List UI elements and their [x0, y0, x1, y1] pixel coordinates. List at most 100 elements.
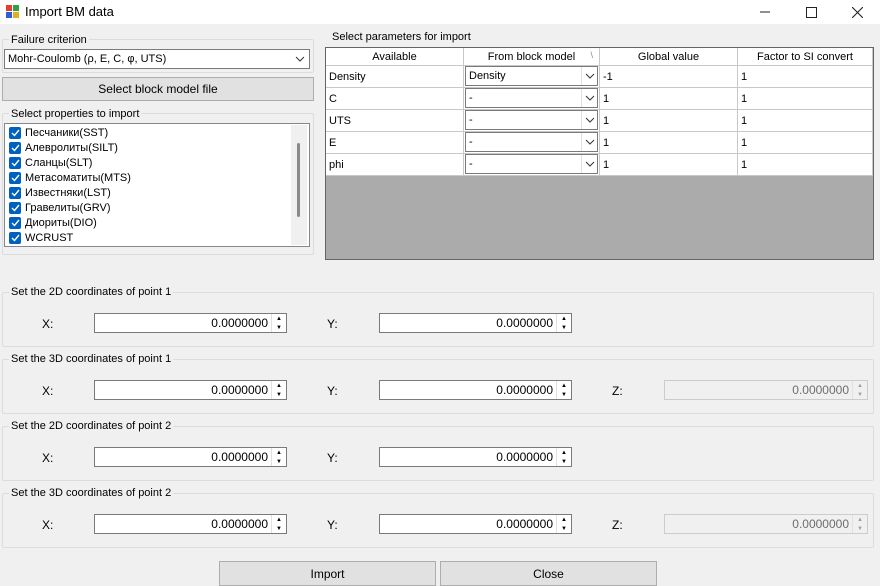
x-input[interactable]: 0.0000000 ▲ ▼ — [94, 380, 287, 400]
property-item[interactable]: Известняки(LST) — [9, 185, 111, 200]
spin-up-icon[interactable]: ▲ — [557, 515, 571, 524]
property-item[interactable]: Алевролиты(SILT) — [9, 140, 118, 155]
spin-down-icon[interactable]: ▼ — [272, 457, 286, 466]
checkbox-checked-icon[interactable] — [9, 126, 21, 139]
cell-factor[interactable]: 1 — [738, 88, 873, 110]
cell-global-value[interactable]: 1 — [600, 154, 738, 176]
import-button[interactable]: Import — [219, 561, 436, 586]
chevron-down-icon — [581, 89, 597, 107]
cell-from-block-model[interactable]: - — [464, 110, 600, 132]
maximize-button[interactable] — [788, 0, 834, 24]
from-block-model-select[interactable]: - — [465, 88, 598, 108]
x-input[interactable]: 0.0000000 ▲ ▼ — [94, 313, 287, 333]
minimize-icon — [760, 11, 770, 13]
cell-available[interactable]: Density — [326, 66, 464, 88]
spinner-arrows[interactable]: ▲ ▼ — [271, 515, 286, 533]
spinner-arrows[interactable]: ▲ ▼ — [556, 515, 571, 533]
cell-from-block-model[interactable]: - — [464, 88, 600, 110]
from-block-model-value: - — [469, 136, 473, 148]
property-label: WCRUST — [25, 231, 74, 244]
spin-up-icon[interactable]: ▲ — [272, 314, 286, 323]
cell-from-block-model[interactable]: - — [464, 154, 600, 176]
coords-group-title: Set the 2D coordinates of point 1 — [9, 286, 174, 298]
column-header-from-block-model[interactable]: From block model \ — [464, 48, 600, 66]
cell-factor[interactable]: 1 — [738, 66, 873, 88]
cell-factor[interactable]: 1 — [738, 110, 873, 132]
spin-down-icon[interactable]: ▼ — [557, 323, 571, 332]
x-input[interactable]: 0.0000000 ▲ ▼ — [94, 514, 287, 534]
scrollbar-thumb[interactable] — [297, 143, 300, 217]
spin-down-icon[interactable]: ▼ — [557, 457, 571, 466]
spin-up-icon[interactable]: ▲ — [557, 314, 571, 323]
cell-factor[interactable]: 1 — [738, 132, 873, 154]
spinner-arrows[interactable]: ▲ ▼ — [556, 314, 571, 332]
from-block-model-select[interactable]: - — [465, 110, 598, 130]
from-block-model-value: - — [469, 92, 473, 104]
property-item[interactable]: Метасоматиты(MTS) — [9, 170, 131, 185]
cell-global-value[interactable]: 1 — [600, 110, 738, 132]
minimize-button[interactable] — [742, 0, 788, 24]
cell-available[interactable]: C — [326, 88, 464, 110]
cell-factor[interactable]: 1 — [738, 154, 873, 176]
spin-up-icon[interactable]: ▲ — [557, 381, 571, 390]
close-button[interactable]: Close — [440, 561, 657, 586]
property-label: Алевролиты(SILT) — [25, 141, 118, 154]
coords-group-title: Set the 3D coordinates of point 2 — [9, 487, 174, 499]
column-header-available[interactable]: Available — [326, 48, 464, 66]
properties-checklist[interactable]: Песчаники(SST) Алевролиты(SILT) Сланцы(SLT… — [4, 123, 310, 247]
y-input[interactable]: 0.0000000 ▲ ▼ — [379, 514, 572, 534]
from-block-model-select[interactable]: - — [465, 154, 598, 174]
spin-up-icon[interactable]: ▲ — [557, 448, 571, 457]
spin-down-icon[interactable]: ▼ — [272, 524, 286, 533]
spin-down-icon[interactable]: ▼ — [272, 390, 286, 399]
property-item[interactable]: Диориты(DIO) — [9, 215, 97, 230]
checkbox-checked-icon[interactable] — [9, 156, 21, 169]
property-item[interactable]: Песчаники(SST) — [9, 125, 108, 140]
property-item[interactable]: WCRUST — [9, 230, 73, 245]
property-item[interactable]: Гравелиты(GRV) — [9, 200, 111, 215]
property-item[interactable]: Сланцы(SLT) — [9, 155, 92, 170]
spinner-arrows[interactable]: ▲ ▼ — [271, 448, 286, 466]
spinner-arrows[interactable]: ▲ ▼ — [271, 381, 286, 399]
spin-up-icon[interactable]: ▲ — [272, 515, 286, 524]
x-input[interactable]: 0.0000000 ▲ ▼ — [94, 447, 287, 467]
spin-down-icon[interactable]: ▼ — [272, 323, 286, 332]
checkbox-checked-icon[interactable] — [9, 141, 21, 154]
spin-down-icon[interactable]: ▼ — [557, 524, 571, 533]
y-input[interactable]: 0.0000000 ▲ ▼ — [379, 313, 572, 333]
cell-global-value[interactable]: -1 — [600, 66, 738, 88]
select-block-model-button[interactable]: Select block model file — [2, 77, 314, 101]
spinner-arrows[interactable]: ▲ ▼ — [556, 448, 571, 466]
cell-global-value[interactable]: 1 — [600, 132, 738, 154]
y-input[interactable]: 0.0000000 ▲ ▼ — [379, 447, 572, 467]
from-block-model-select[interactable]: Density — [465, 66, 598, 86]
y-input[interactable]: 0.0000000 ▲ ▼ — [379, 380, 572, 400]
cell-from-block-model[interactable]: - — [464, 132, 600, 154]
spinner-arrows[interactable]: ▲ ▼ — [556, 381, 571, 399]
parameters-grid[interactable]: Available From block model \ Global valu… — [325, 47, 874, 260]
spinner-arrows[interactable]: ▲ ▼ — [271, 314, 286, 332]
spin-down-icon[interactable]: ▼ — [557, 390, 571, 399]
column-header-global-value[interactable]: Global value — [600, 48, 738, 66]
spin-down-icon: ▼ — [857, 391, 863, 398]
close-icon — [851, 6, 863, 18]
properties-scrollbar[interactable] — [291, 125, 307, 245]
from-block-model-select[interactable]: - — [465, 132, 598, 152]
column-header-factor[interactable]: Factor to SI convert — [738, 48, 873, 66]
spin-up-icon[interactable]: ▲ — [272, 448, 286, 457]
failure-criterion-label: Failure criterion — [9, 34, 89, 46]
checkbox-checked-icon[interactable] — [9, 186, 21, 199]
cell-available[interactable]: UTS — [326, 110, 464, 132]
cell-available[interactable]: E — [326, 132, 464, 154]
z-input: 0.0000000 ▲ ▼ — [664, 514, 868, 534]
cell-from-block-model[interactable]: Density — [464, 66, 600, 88]
close-window-button[interactable] — [834, 0, 880, 24]
spin-up-icon[interactable]: ▲ — [272, 381, 286, 390]
failure-criterion-select[interactable]: Mohr-Coulomb (ρ, E, C, φ, UTS) — [4, 49, 310, 69]
checkbox-checked-icon[interactable] — [9, 171, 21, 184]
cell-global-value[interactable]: 1 — [600, 88, 738, 110]
checkbox-checked-icon[interactable] — [9, 201, 21, 214]
checkbox-checked-icon[interactable] — [9, 216, 21, 229]
cell-available[interactable]: phi — [326, 154, 464, 176]
checkbox-checked-icon[interactable] — [9, 231, 21, 244]
